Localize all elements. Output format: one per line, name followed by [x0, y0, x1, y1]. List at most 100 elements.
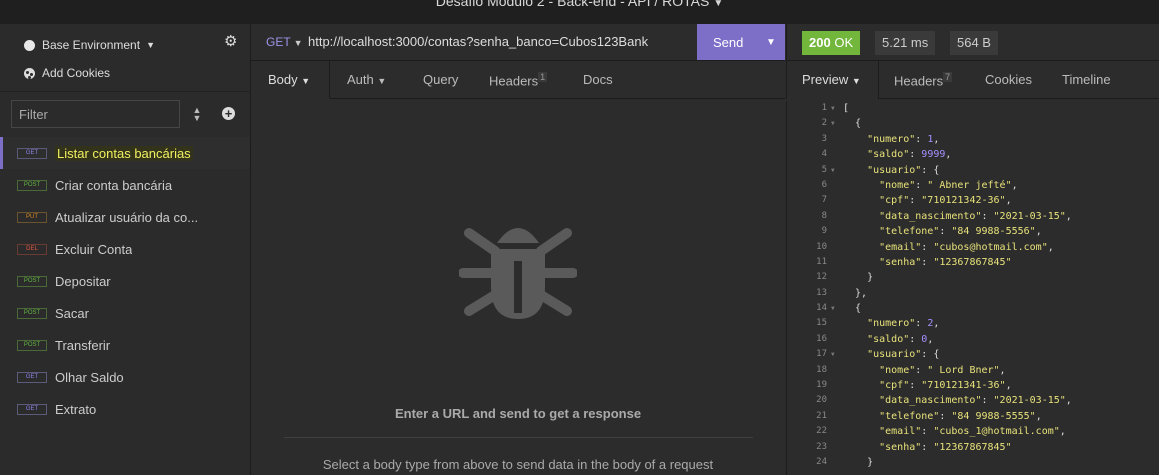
- code-line: 2 ▼ {: [787, 116, 1159, 131]
- window-title[interactable]: Desafio Módulo 2 - Back-end - API / ROTA…: [0, 0, 1159, 9]
- code-line: 6 "nome": " Abner jefté",: [787, 178, 1159, 193]
- request-item[interactable]: GET Listar contas bancárias: [0, 137, 250, 169]
- environment-selector[interactable]: Base Environment ▼: [24, 36, 155, 54]
- code-line: 5 ▼ "usuario": {: [787, 163, 1159, 178]
- line-number: 13: [816, 287, 827, 298]
- request-name: Criar conta bancária: [55, 177, 173, 193]
- response-tabs: Preview ▼ Headers 7 Cookies Timeline: [786, 61, 1159, 99]
- code-text: "numero": 2,: [867, 318, 940, 330]
- line-number: 7: [821, 195, 827, 206]
- request-item[interactable]: GET Olhar Saldo: [0, 361, 250, 393]
- method-badge: DEL: [17, 243, 47, 255]
- code-line: 17 ▼ "usuario": {: [787, 347, 1159, 362]
- request-name: Listar contas bancárias: [55, 145, 193, 161]
- tab-query[interactable]: Query: [423, 72, 458, 87]
- url-bar: GET ▼ http://localhost:3000/contas?senha_…: [251, 24, 785, 61]
- code-line: 22 "email": "cubos_1@hotmail.com",: [787, 424, 1159, 439]
- code-line: 14 ▼ {: [787, 301, 1159, 316]
- fold-icon[interactable]: ▼: [831, 116, 835, 131]
- request-name: Extrato: [55, 401, 97, 417]
- method-select[interactable]: GET ▼: [266, 35, 303, 49]
- request-item[interactable]: POST Sacar: [0, 297, 250, 329]
- request-name: Sacar: [55, 305, 89, 321]
- fold-icon[interactable]: ▼: [831, 163, 835, 178]
- add-request-icon[interactable]: +: [222, 107, 235, 120]
- line-number: 12: [816, 272, 827, 283]
- send-button[interactable]: Send ▼: [697, 24, 785, 60]
- tab-body[interactable]: Body ▼: [268, 72, 310, 87]
- code-line: 11 "senha": "12367867845": [787, 255, 1159, 270]
- tab-headers[interactable]: Headers 1: [489, 72, 548, 88]
- headers-count-badge: 7: [943, 72, 953, 82]
- cookie-icon: [24, 67, 35, 79]
- code-line: 12 }: [787, 270, 1159, 285]
- method-badge: POST: [17, 307, 47, 319]
- line-number: 14: [816, 303, 827, 314]
- line-number: 2: [821, 118, 827, 129]
- code-text: "senha": "12367867845": [879, 441, 1012, 453]
- line-number: 5: [821, 164, 827, 175]
- line-number: 11: [816, 256, 827, 267]
- chevron-down-icon: ▼: [301, 76, 311, 86]
- response-size-badge: 564 B: [950, 31, 998, 55]
- request-item[interactable]: POST Transferir: [0, 329, 250, 361]
- code-text: "data_nascimento": "2021-03-15",: [879, 210, 1072, 222]
- line-number: 4: [821, 149, 827, 160]
- tab-cookies[interactable]: Cookies: [985, 72, 1032, 87]
- method-badge: GET: [17, 403, 47, 415]
- environment-dot-icon: [24, 39, 35, 51]
- code-text: "cpf": "710121342-36",: [879, 195, 1012, 207]
- fold-icon[interactable]: ▼: [831, 347, 835, 362]
- url-input[interactable]: http://localhost:3000/contas?senha_banco…: [308, 34, 648, 49]
- request-name: Excluir Conta: [55, 241, 133, 257]
- line-number: 23: [816, 441, 827, 452]
- request-item[interactable]: PUT Atualizar usuário da co...: [0, 201, 250, 233]
- code-text: "nome": " Lord Bner",: [879, 364, 1006, 376]
- sort-icon[interactable]: ▲ ▼: [191, 106, 203, 123]
- code-line: 3 "numero": 1,: [787, 132, 1159, 147]
- chevron-down-icon: ▼: [293, 38, 303, 48]
- tab-preview[interactable]: Preview ▼: [802, 72, 861, 87]
- line-number: 8: [821, 210, 827, 221]
- line-number: 3: [821, 133, 827, 144]
- request-item[interactable]: DEL Excluir Conta: [0, 233, 250, 265]
- fold-icon[interactable]: ▼: [831, 101, 835, 116]
- method-badge: GET: [17, 147, 47, 159]
- send-options-chevron-icon[interactable]: ▼: [766, 37, 776, 48]
- line-number: 18: [816, 364, 827, 375]
- sidebar: Base Environment ▼ ⚙ Add Cookies ▲▼ + GE…: [0, 24, 251, 475]
- window-titlebar: Desafio Módulo 2 - Back-end - API / ROTA…: [0, 0, 1159, 24]
- gear-icon[interactable]: ⚙: [224, 34, 238, 49]
- line-number: 20: [816, 395, 827, 406]
- filter-input[interactable]: [11, 100, 180, 128]
- tab-timeline[interactable]: Timeline: [1062, 72, 1111, 87]
- response-meta-bar: 200 OK 5.21 ms 564 B: [786, 24, 1159, 61]
- request-item[interactable]: POST Depositar: [0, 265, 250, 297]
- code-text: "usuario": {: [867, 349, 940, 361]
- code-line: 18 "nome": " Lord Bner",: [787, 363, 1159, 378]
- code-line: 20 "data_nascimento": "2021-03-15",: [787, 393, 1159, 408]
- code-text: "saldo": 9999,: [867, 149, 952, 161]
- code-text: {: [843, 118, 862, 130]
- code-line: 15 "numero": 2,: [787, 316, 1159, 331]
- method-badge: GET: [17, 371, 47, 383]
- add-cookies-button[interactable]: Add Cookies: [24, 64, 110, 82]
- code-line: 19 "cpf": "710121341-36",: [787, 378, 1159, 393]
- tab-response-headers[interactable]: Headers 7: [894, 72, 953, 88]
- tab-docs[interactable]: Docs: [583, 72, 613, 87]
- request-name: Atualizar usuário da co...: [55, 209, 199, 225]
- code-text: }: [843, 272, 874, 284]
- request-item[interactable]: GET Extrato: [0, 393, 250, 425]
- code-text: "usuario": {: [867, 164, 940, 176]
- request-item[interactable]: POST Criar conta bancária: [0, 169, 250, 201]
- fold-icon[interactable]: ▼: [831, 301, 835, 316]
- line-number: 15: [816, 318, 827, 329]
- request-body-panel: Enter a URL and send to get a response S…: [251, 100, 785, 475]
- tab-auth[interactable]: Auth ▼: [347, 72, 386, 87]
- code-text: },: [843, 287, 868, 299]
- code-line: 9 "telefone": "84 9988-5556",: [787, 224, 1159, 239]
- divider: [284, 437, 753, 438]
- line-number: 9: [821, 226, 827, 237]
- response-preview[interactable]: 1 ▼[2 ▼ {3 "numero": 1, 4 "saldo": 9999, 5 ▼ …: [786, 101, 1159, 475]
- code-text: "saldo": 0,: [867, 333, 934, 345]
